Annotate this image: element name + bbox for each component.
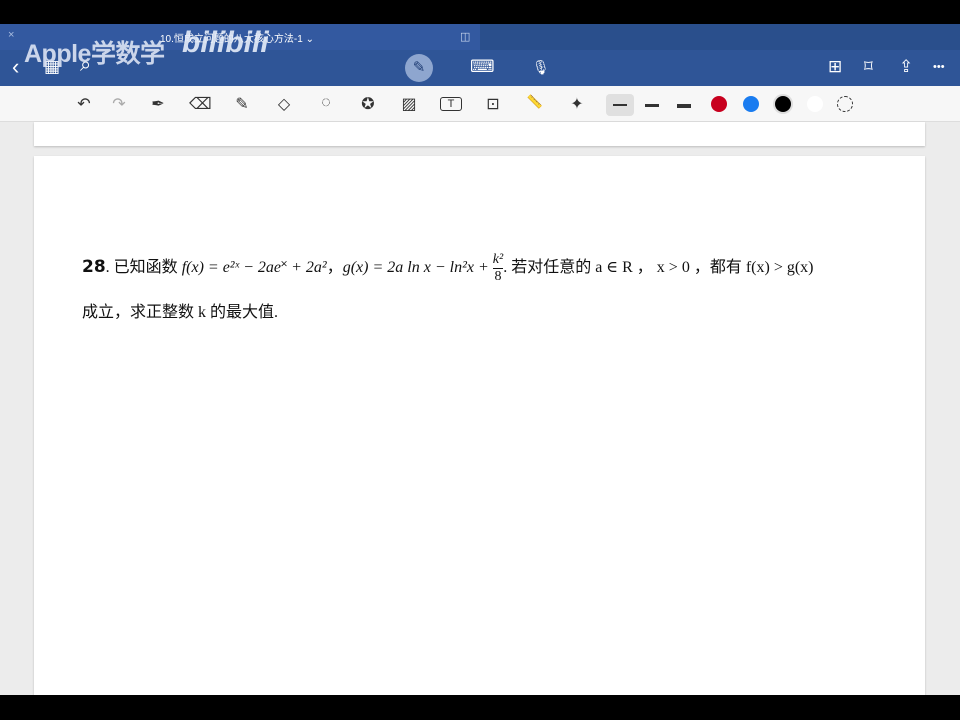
question-condition: . 若对任意的 a ∈ R ， x > 0 ，都有 f(x) > g(x) [503, 259, 814, 277]
fraction-denominator: 8 [494, 269, 502, 284]
question-line-2: 成立，求正整数 k 的最大值. [82, 304, 279, 321]
close-tab-icon[interactable]: × [8, 29, 14, 41]
bookmark-icon[interactable]: ⌑ [864, 57, 873, 77]
keyboard-icon[interactable]: ⌨ [470, 57, 495, 77]
sticker-icon[interactable]: ✪ [357, 94, 379, 114]
separator: ， [326, 259, 343, 277]
color-black-selected[interactable] [775, 96, 791, 112]
more-icon[interactable]: ••• [933, 61, 945, 73]
question-number: 28 [82, 257, 106, 278]
color-red[interactable] [711, 96, 727, 112]
split-view-icon[interactable]: ◫ [460, 30, 470, 43]
watermark: Apple学数学 [24, 40, 165, 68]
question-intro: . 已知函数 [105, 259, 182, 277]
question-text: 28. 已知函数 f(x) = e²ˣ − 2ae˟ + 2a²，g(x) = … [82, 252, 912, 285]
share-icon[interactable]: ⇪ [899, 57, 913, 77]
page-previous [34, 122, 925, 146]
back-icon[interactable]: ‹ [12, 54, 19, 80]
custom-color-icon[interactable] [837, 96, 853, 112]
add-page-icon[interactable]: ⊞ [828, 57, 842, 77]
screenshot-icon[interactable]: ⊡ [482, 94, 504, 114]
bottom-bar [0, 695, 960, 720]
eraser-icon[interactable]: ⌫ [189, 94, 212, 114]
pen-tool-icon[interactable]: ✒ [147, 94, 169, 114]
fraction-numerator: k² [492, 252, 504, 269]
ruler-icon[interactable]: 📏 [524, 94, 546, 110]
undo-icon[interactable]: ↶ [73, 94, 95, 114]
laser-pointer-icon[interactable]: ✦ [566, 94, 588, 114]
status-bar [0, 0, 960, 24]
pen-mode-icon[interactable]: ✎ [405, 54, 433, 82]
color-white[interactable] [807, 96, 823, 112]
microphone-icon[interactable]: 🎙 [532, 59, 550, 76]
line-width-thick[interactable] [670, 94, 698, 116]
line-width-thin[interactable] [606, 94, 634, 116]
fraction: k² 8 [492, 252, 504, 285]
shapes-icon[interactable]: ◇ [273, 94, 295, 114]
line-width-medium[interactable] [638, 94, 666, 116]
redo-icon[interactable]: ↷ [108, 94, 130, 114]
f-definition: f(x) = e²ˣ − 2ae˟ + 2a² [181, 259, 327, 277]
document-canvas[interactable]: 28. 已知函数 f(x) = e²ˣ − 2ae˟ + 2a²，g(x) = … [0, 122, 960, 696]
lasso-icon[interactable]: ◌ [315, 94, 337, 112]
app-header: × 10.恒成立问题的八大核心方法-1 ⌄ ◫ ‹ ▦ ⌕ Apple学数学 b… [0, 24, 960, 86]
g-definition: g(x) = 2a ln x − ln²x + [342, 259, 493, 277]
page-current[interactable]: 28. 已知函数 f(x) = e²ˣ − 2ae˟ + 2a²，g(x) = … [34, 156, 925, 696]
text-tool-icon[interactable]: T [440, 97, 462, 111]
highlighter-icon[interactable]: ✎ [231, 94, 253, 114]
image-icon[interactable]: ▨ [398, 94, 420, 114]
bilibili-logo: bilibili [182, 26, 269, 59]
color-blue[interactable] [743, 96, 759, 112]
